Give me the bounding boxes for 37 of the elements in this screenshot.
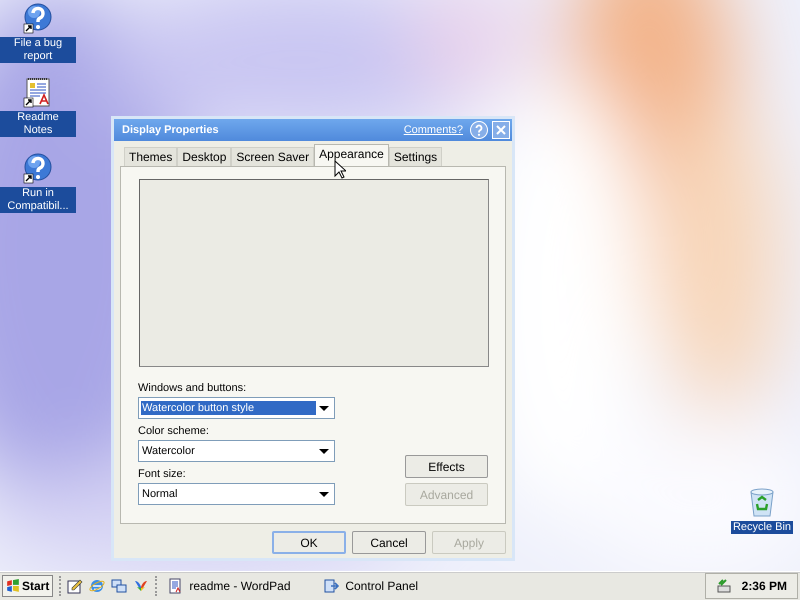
question-mark-icon[interactable] [22, 152, 54, 184]
button[interactable]: OK [272, 531, 346, 554]
field-label: Font size: [138, 468, 187, 480]
field-label: Windows and buttons: [138, 382, 248, 394]
button[interactable]: Cancel [352, 531, 426, 554]
caret-icon[interactable] [319, 448, 329, 454]
windows-icon[interactable] [111, 578, 128, 594]
dropdown[interactable]: Watercolor [138, 440, 335, 462]
clock: 2:36 PM [742, 579, 787, 594]
mouse-pointer-icon [334, 160, 346, 180]
start-button[interactable]: Start [2, 575, 54, 598]
tab[interactable]: Settings [388, 147, 442, 166]
network-icon[interactable] [716, 578, 732, 594]
tab[interactable]: Themes [124, 147, 178, 166]
icon-label[interactable]: Run in Compatibil... [0, 187, 76, 213]
tab[interactable]: Desktop [177, 147, 232, 166]
taskbar-button[interactable]: readme - WordPad [163, 575, 314, 598]
window-title: Display Properties [122, 124, 220, 136]
field-label: Color scheme: [138, 425, 210, 437]
dropdown[interactable]: Watercolor button style [138, 397, 335, 419]
tab[interactable]: Appearance [314, 144, 389, 166]
question-mark-icon[interactable] [22, 2, 54, 34]
icon-label[interactable]: Recycle Bin [730, 521, 794, 534]
pencil-note-icon[interactable] [67, 578, 84, 594]
caret-icon[interactable] [319, 406, 329, 410]
panel-icon [323, 578, 340, 594]
taskbar-button[interactable]: Control Panel [319, 575, 470, 598]
windows-logo-icon [6, 579, 20, 594]
help-icon[interactable] [470, 121, 488, 139]
document-icon [167, 578, 184, 594]
caret-icon[interactable] [319, 492, 329, 496]
icon-label[interactable]: File a bug report [0, 37, 76, 63]
tab[interactable]: Screen Saver [231, 147, 314, 166]
button[interactable]: Effects [405, 455, 488, 478]
icon-label[interactable]: Readme Notes [0, 111, 76, 137]
globe-icon[interactable] [89, 578, 106, 594]
dropdown[interactable]: Normal [138, 483, 335, 505]
